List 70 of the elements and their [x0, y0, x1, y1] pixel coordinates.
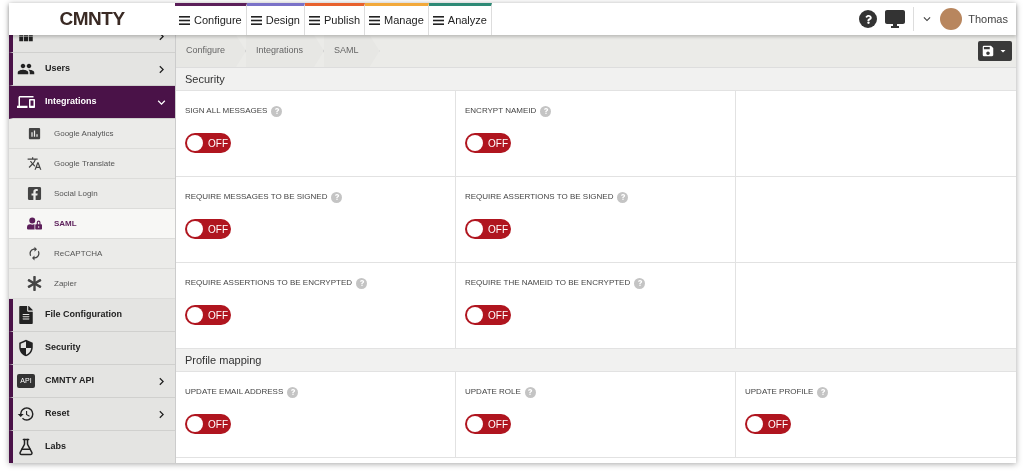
monitor-icon[interactable] [883, 7, 908, 31]
toggle-switch[interactable]: OFF [745, 414, 791, 434]
sidebar-item[interactable]: Reset [9, 398, 175, 431]
setting-label: REQUIRE MESSAGES TO BE SIGNED [185, 191, 328, 203]
sidebar-item[interactable]: Security [9, 332, 175, 365]
breadcrumb-item[interactable]: Configure [176, 35, 247, 67]
menu-icon [369, 16, 381, 25]
refresh-icon [27, 246, 42, 261]
asterisk-icon [27, 276, 42, 291]
toggle-switch[interactable]: OFF [185, 414, 231, 434]
toggle-knob [467, 135, 483, 151]
help-icon[interactable] [859, 10, 878, 28]
sidebar-subitem[interactable]: ReCAPTCHA [9, 239, 175, 269]
section-header: Profile mapping [176, 349, 1016, 372]
setting-label: SIGN ALL MESSAGES [185, 105, 268, 117]
menu-icon [432, 16, 444, 25]
nav-tab[interactable]: Analyze [428, 3, 492, 35]
save-button[interactable] [978, 41, 1012, 61]
toggle-knob [467, 307, 483, 323]
toggle-switch[interactable]: OFF [465, 133, 511, 153]
user-name[interactable]: Thomas [968, 10, 1008, 28]
setting-label: UPDATE ROLE [465, 386, 521, 398]
nav-tab[interactable]: Publish [304, 3, 366, 35]
toggle-knob [467, 416, 483, 432]
logo[interactable]: CMNTY [59, 4, 125, 34]
sidebar-subitem[interactable]: SAML [9, 209, 175, 239]
bar-chart-icon [27, 126, 42, 141]
save-icon [981, 44, 995, 58]
toggle-knob [187, 135, 203, 151]
nav-tab[interactable]: Design [246, 3, 305, 35]
shield-icon [17, 339, 35, 357]
toggle-knob [187, 221, 203, 237]
file-icon [17, 306, 35, 324]
toggle-switch[interactable]: OFF [465, 305, 511, 325]
avatar[interactable] [940, 8, 963, 30]
nav-tab[interactable]: Manage [365, 3, 429, 35]
sidebar-subitem[interactable]: Social Login [9, 179, 175, 209]
sidebar-subitem[interactable]: Google Translate [9, 149, 175, 179]
flask-icon [17, 438, 35, 456]
sidebar-item[interactable]: Integrations [9, 86, 175, 119]
setting-label: REQUIRE ASSERTIONS TO BE ENCRYPTED [185, 277, 352, 289]
facebook-icon [27, 186, 42, 201]
setting-label: UPDATE EMAIL ADDRESS [185, 386, 284, 398]
sidebar-subitem[interactable]: Zapier [9, 269, 175, 299]
toggle-knob [467, 221, 483, 237]
sidebar-item[interactable]: File Configuration [9, 299, 175, 332]
menu-icon [179, 16, 190, 25]
menu-icon [308, 16, 320, 25]
devices-icon [17, 93, 35, 111]
translate-icon [27, 156, 42, 171]
setting-label: ENCRYPT NAMEID [465, 105, 537, 117]
toggle-knob [187, 307, 203, 323]
setting-label: UPDATE PROFILE [745, 386, 814, 398]
toggle-switch[interactable]: OFF [185, 219, 231, 239]
reset-icon [17, 405, 35, 423]
menu-icon [250, 16, 262, 25]
setting-label: REQUIRE THE NAMEID TO BE ENCRYPTED [465, 277, 631, 289]
toggle-switch[interactable]: OFF [185, 305, 231, 325]
breadcrumb-item[interactable]: Integrations [246, 35, 325, 67]
toggle-knob [747, 416, 763, 432]
sidebar-subitem[interactable]: Google Analytics [9, 119, 175, 149]
section-header: Security [176, 68, 1016, 91]
nav-tab[interactable]: Configure [175, 3, 247, 35]
toggle-switch[interactable]: OFF [465, 414, 511, 434]
toggle-knob [187, 416, 203, 432]
setting-label: REQUIRE ASSERTIONS TO BE SIGNED [465, 191, 614, 203]
toggle-switch[interactable]: OFF [185, 133, 231, 153]
sidebar-item[interactable]: Users [9, 53, 175, 86]
toggle-switch[interactable]: OFF [465, 219, 511, 239]
breadcrumb-item[interactable]: SAML [324, 35, 380, 67]
